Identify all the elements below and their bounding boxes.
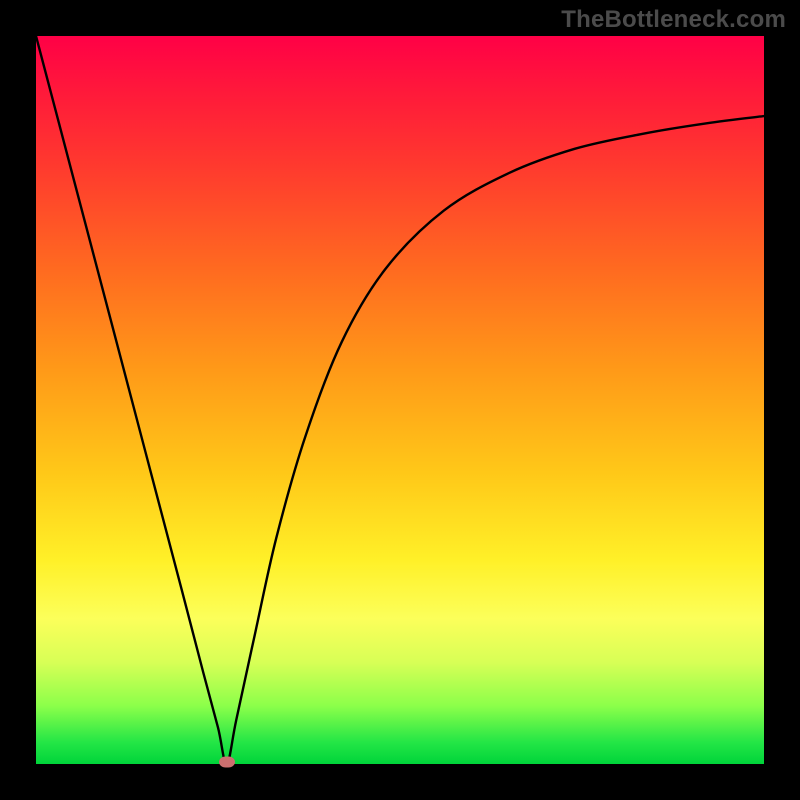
chart-frame: TheBottleneck.com [0,0,800,800]
watermark-text: TheBottleneck.com [561,6,786,34]
plot-area [36,36,764,764]
bottleneck-curve [36,36,764,764]
